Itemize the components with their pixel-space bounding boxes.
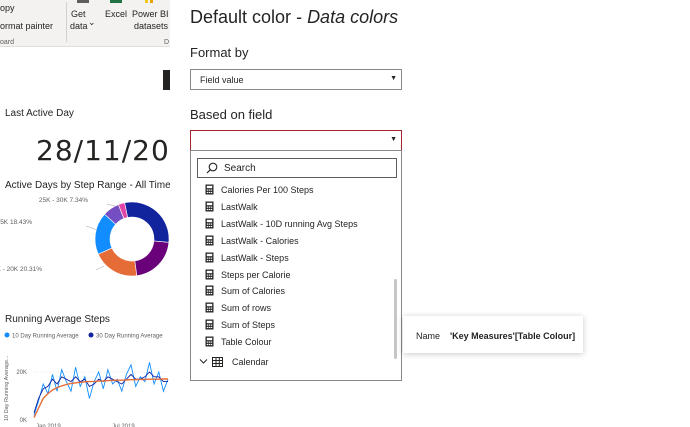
get-data-button[interactable]: Get data ⌄ (68, 0, 98, 36)
legend-label: 30 Day Running Average (96, 334, 163, 340)
donut-leader-line (95, 265, 105, 271)
y-axis-title: 10 Day Running Average... (4, 355, 10, 421)
chevron-down-icon: ▼ (390, 136, 397, 143)
excel-button[interactable]: Excel (102, 0, 130, 36)
donut-data-label: 20K - 25K 18.43% (0, 219, 32, 226)
copy-button[interactable]: opy (0, 3, 15, 13)
based-on-field-select[interactable]: ▼ (190, 130, 402, 151)
field-item-label: Sum of Steps (221, 320, 276, 331)
calculator-icon (205, 218, 214, 229)
get-data-label-1: Get (71, 9, 86, 19)
field-item[interactable]: LastWalk - Steps (205, 252, 289, 268)
donut-slice[interactable] (134, 240, 170, 277)
field-item[interactable]: LastWalk (205, 201, 258, 217)
format-painter-button[interactable]: ormat painter (0, 21, 53, 31)
donut-leader-line (106, 203, 116, 207)
field-item[interactable]: LastWalk - 10D running Avg Steps (205, 218, 358, 234)
calculator-icon (205, 285, 214, 296)
donut-leader-line (85, 225, 98, 231)
field-tooltip: Name 'Key Measures'[Table Colour] (403, 316, 583, 353)
line-series[interactable] (33, 378, 168, 418)
calculator-icon (205, 252, 214, 263)
based-on-field-label: Based on field (190, 107, 273, 122)
search-icon (206, 162, 218, 174)
tooltip-name-value: 'Key Measures'[Table Colour] (450, 331, 576, 341)
last-active-day-value: 28/11/20 (36, 134, 170, 167)
field-item-label: LastWalk - Calories (221, 235, 299, 246)
visual-edge-marker (163, 70, 170, 90)
power-bi-datasets-button[interactable]: Power BI datasets (131, 0, 170, 36)
calculator-icon (205, 201, 214, 212)
format-by-select[interactable]: Field value ▼ (190, 69, 402, 90)
field-item[interactable]: Sum of Calories (205, 285, 285, 301)
field-item[interactable]: Calories Per 100 Steps (205, 184, 314, 200)
field-dropdown-list[interactable]: Search Calories Per 100 Steps LastWalk Las… (190, 150, 402, 381)
donut-chart-title: Active Days by Step Range - All Time (5, 180, 170, 191)
line-series[interactable] (33, 371, 168, 413)
format-by-label: Format by (190, 45, 249, 60)
donut-data-label: 15K - 20K 20.31% (0, 266, 42, 273)
get-data-label-2: data (70, 21, 88, 31)
title-main: Default color (190, 7, 292, 27)
calculator-icon (205, 184, 214, 195)
calculator-icon (205, 269, 214, 279)
legend-marker (88, 332, 94, 338)
format-pane: Default color - Data colors Format by Fiel… (172, 0, 690, 427)
title-separator: - (296, 7, 303, 27)
field-item-label: Steps per Calorie (221, 269, 291, 280)
calculator-icon (205, 302, 214, 313)
chevron-down-icon: ▼ (390, 75, 397, 82)
calculator-icon (205, 319, 214, 330)
chevron-down-icon (199, 359, 208, 364)
calendar-label: Calendar (232, 357, 269, 367)
title-subtitle: Data colors (307, 7, 399, 27)
database-icon (77, 0, 89, 3)
field-item[interactable]: LastWalk - Calories (205, 235, 299, 251)
field-item-label: Sum of Calories (221, 286, 286, 297)
dropdown-scrollbar[interactable] (394, 279, 397, 359)
power-bi-label-1: Power BI (132, 9, 169, 19)
search-placeholder: Search (224, 163, 256, 174)
calculator-icon (205, 336, 214, 347)
report-canvas: opy ormat painter oard Get data ⌄ Excel … (0, 0, 170, 427)
donut-data-label: 25K - 30K 7.34% (39, 197, 88, 204)
donut-chart[interactable]: 25K - 30K 7.34% 20K - 25K 18.43% 15K - 20K… (0, 194, 170, 289)
field-item-label: LastWalk - Steps (221, 252, 289, 263)
legend-marker (4, 332, 10, 338)
field-item-label: LastWalk (221, 201, 258, 212)
field-item[interactable]: Steps per Calorie (205, 269, 291, 285)
y-tick-label: 20K (16, 370, 27, 376)
format-by-value: Field value (200, 75, 244, 85)
dialog-title: Default color - Data colors (190, 7, 398, 28)
search-input[interactable]: Search (197, 158, 397, 178)
calculator-icon (205, 235, 214, 246)
clipboard-group-label: oard (0, 39, 15, 46)
tooltip-name-key: Name (416, 331, 441, 341)
power-bi-icon (145, 0, 153, 3)
line-chart-title: Running Average Steps (5, 314, 110, 325)
field-item-label: Table Colour (221, 337, 272, 348)
table-icon (212, 357, 223, 367)
field-item-label: LastWalk - 10D running Avg Steps (221, 218, 358, 229)
line-chart[interactable]: 10 Day Running Average 30 Day Running Ave… (0, 326, 170, 427)
chevron-down-icon: ⌄ (88, 17, 96, 27)
excel-label: Excel (105, 9, 128, 19)
legend-label: 10 Day Running Average (12, 334, 79, 340)
field-item-label: Calories Per 100 Steps (221, 185, 314, 195)
power-bi-label-2: datasets (134, 21, 169, 31)
y-tick-label: 0K (20, 418, 27, 424)
field-item[interactable]: Table Colour (205, 336, 272, 352)
last-active-day-title: Last Active Day (5, 108, 74, 119)
data-group-label: D (164, 39, 170, 46)
ribbon-separator (66, 2, 67, 42)
donut-slice[interactable] (97, 247, 138, 277)
field-item[interactable]: Sum of Steps (205, 319, 275, 335)
field-item-label: Sum of rows (221, 303, 272, 314)
donut-slice[interactable] (124, 201, 170, 243)
ribbon-home: opy ormat painter oard Get data ⌄ Excel … (0, 0, 170, 47)
field-item[interactable]: Sum of rows (205, 302, 271, 318)
excel-icon (110, 0, 122, 3)
